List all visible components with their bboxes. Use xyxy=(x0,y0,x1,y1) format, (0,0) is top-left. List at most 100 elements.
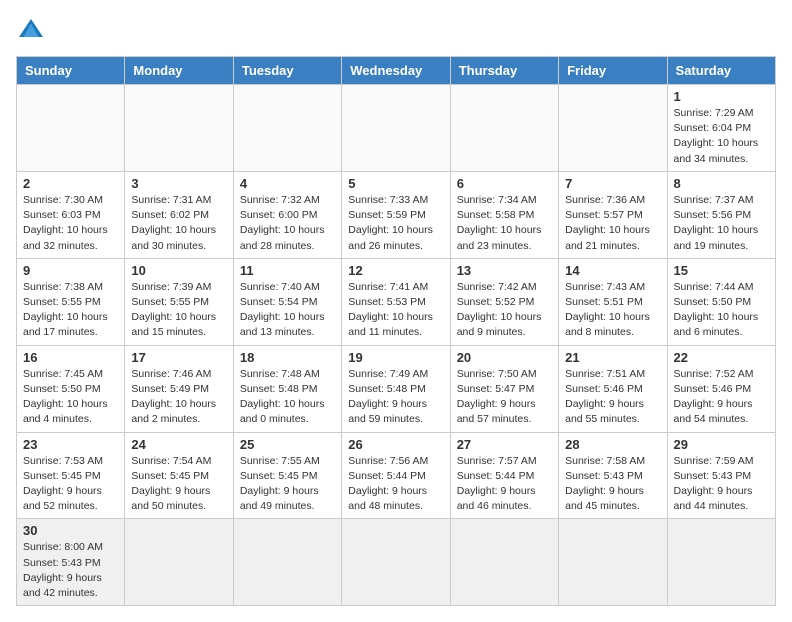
calendar-cell xyxy=(450,519,558,606)
calendar-week-row: 1 Sunrise: 7:29 AM Sunset: 6:04 PM Daylig… xyxy=(17,85,776,172)
day-info: Sunrise: 7:30 AM Sunset: 6:03 PM Dayligh… xyxy=(23,193,118,254)
calendar-week-row: 9 Sunrise: 7:38 AM Sunset: 5:55 PM Daylig… xyxy=(17,258,776,345)
day-number: 19 xyxy=(348,350,443,365)
day-number: 21 xyxy=(565,350,660,365)
day-info: Sunrise: 7:43 AM Sunset: 5:51 PM Dayligh… xyxy=(565,280,660,341)
header-wednesday: Wednesday xyxy=(342,57,450,85)
calendar-cell: 8 Sunrise: 7:37 AM Sunset: 5:56 PM Daylig… xyxy=(667,171,775,258)
day-number: 16 xyxy=(23,350,118,365)
calendar-cell: 14 Sunrise: 7:43 AM Sunset: 5:51 PM Dayli… xyxy=(559,258,667,345)
day-info: Sunrise: 7:59 AM Sunset: 5:43 PM Dayligh… xyxy=(674,454,769,515)
day-number: 2 xyxy=(23,176,118,191)
calendar-cell: 4Sunrise: 7:32 AM Sunset: 6:00 PM Daylig… xyxy=(233,171,341,258)
calendar-cell: 7Sunrise: 7:36 AM Sunset: 5:57 PM Daylig… xyxy=(559,171,667,258)
day-info: Sunrise: 7:36 AM Sunset: 5:57 PM Dayligh… xyxy=(565,193,660,254)
day-info: Sunrise: 7:50 AM Sunset: 5:47 PM Dayligh… xyxy=(457,367,552,428)
day-info: Sunrise: 7:58 AM Sunset: 5:43 PM Dayligh… xyxy=(565,454,660,515)
day-number: 9 xyxy=(23,263,118,278)
day-number: 1 xyxy=(674,89,769,104)
calendar-cell: 1 Sunrise: 7:29 AM Sunset: 6:04 PM Daylig… xyxy=(667,85,775,172)
day-info: Sunrise: 7:49 AM Sunset: 5:48 PM Dayligh… xyxy=(348,367,443,428)
day-number: 12 xyxy=(348,263,443,278)
day-info: Sunrise: 7:48 AM Sunset: 5:48 PM Dayligh… xyxy=(240,367,335,428)
day-info: Sunrise: 7:57 AM Sunset: 5:44 PM Dayligh… xyxy=(457,454,552,515)
calendar-week-row: 30Sunrise: 8:00 AM Sunset: 5:43 PM Dayli… xyxy=(17,519,776,606)
day-number: 26 xyxy=(348,437,443,452)
day-number: 23 xyxy=(23,437,118,452)
calendar-table: SundayMondayTuesdayWednesdayThursdayFrid… xyxy=(16,56,776,606)
day-info: Sunrise: 7:51 AM Sunset: 5:46 PM Dayligh… xyxy=(565,367,660,428)
calendar-cell: 12 Sunrise: 7:41 AM Sunset: 5:53 PM Dayli… xyxy=(342,258,450,345)
day-info: Sunrise: 7:39 AM Sunset: 5:55 PM Dayligh… xyxy=(131,280,226,341)
day-number: 6 xyxy=(457,176,552,191)
day-info: Sunrise: 7:42 AM Sunset: 5:52 PM Dayligh… xyxy=(457,280,552,341)
day-info: Sunrise: 7:46 AM Sunset: 5:49 PM Dayligh… xyxy=(131,367,226,428)
day-number: 11 xyxy=(240,263,335,278)
day-number: 14 xyxy=(565,263,660,278)
day-info: Sunrise: 7:55 AM Sunset: 5:45 PM Dayligh… xyxy=(240,454,335,515)
day-info: Sunrise: 7:31 AM Sunset: 6:02 PM Dayligh… xyxy=(131,193,226,254)
day-number: 28 xyxy=(565,437,660,452)
calendar-cell: 23 Sunrise: 7:53 AM Sunset: 5:45 PM Dayli… xyxy=(17,432,125,519)
day-number: 5 xyxy=(348,176,443,191)
header-friday: Friday xyxy=(559,57,667,85)
day-number: 24 xyxy=(131,437,226,452)
day-number: 20 xyxy=(457,350,552,365)
day-info: Sunrise: 7:38 AM Sunset: 5:55 PM Dayligh… xyxy=(23,280,118,341)
day-number: 15 xyxy=(674,263,769,278)
calendar-week-row: 2 Sunrise: 7:30 AM Sunset: 6:03 PM Daylig… xyxy=(17,171,776,258)
day-info: Sunrise: 7:29 AM Sunset: 6:04 PM Dayligh… xyxy=(674,106,769,167)
calendar-cell xyxy=(125,85,233,172)
calendar-cell xyxy=(342,85,450,172)
day-info: Sunrise: 7:37 AM Sunset: 5:56 PM Dayligh… xyxy=(674,193,769,254)
logo xyxy=(16,16,50,46)
calendar-cell: 25 Sunrise: 7:55 AM Sunset: 5:45 PM Dayli… xyxy=(233,432,341,519)
calendar-cell: 21 Sunrise: 7:51 AM Sunset: 5:46 PM Dayli… xyxy=(559,345,667,432)
day-info: Sunrise: 7:40 AM Sunset: 5:54 PM Dayligh… xyxy=(240,280,335,341)
calendar-cell: 24Sunrise: 7:54 AM Sunset: 5:45 PM Dayli… xyxy=(125,432,233,519)
calendar-cell: 29 Sunrise: 7:59 AM Sunset: 5:43 PM Dayli… xyxy=(667,432,775,519)
calendar-header-row: SundayMondayTuesdayWednesdayThursdayFrid… xyxy=(17,57,776,85)
day-info: Sunrise: 7:45 AM Sunset: 5:50 PM Dayligh… xyxy=(23,367,118,428)
day-number: 8 xyxy=(674,176,769,191)
calendar-cell xyxy=(233,85,341,172)
calendar-cell: 9 Sunrise: 7:38 AM Sunset: 5:55 PM Daylig… xyxy=(17,258,125,345)
calendar-cell xyxy=(450,85,558,172)
day-info: Sunrise: 7:44 AM Sunset: 5:50 PM Dayligh… xyxy=(674,280,769,341)
calendar-cell: 26Sunrise: 7:56 AM Sunset: 5:44 PM Dayli… xyxy=(342,432,450,519)
day-number: 4 xyxy=(240,176,335,191)
day-number: 27 xyxy=(457,437,552,452)
day-info: Sunrise: 7:53 AM Sunset: 5:45 PM Dayligh… xyxy=(23,454,118,515)
day-number: 22 xyxy=(674,350,769,365)
calendar-cell xyxy=(667,519,775,606)
calendar-cell xyxy=(559,519,667,606)
day-info: Sunrise: 7:33 AM Sunset: 5:59 PM Dayligh… xyxy=(348,193,443,254)
day-number: 17 xyxy=(131,350,226,365)
header-tuesday: Tuesday xyxy=(233,57,341,85)
calendar-cell xyxy=(233,519,341,606)
calendar-cell: 19 Sunrise: 7:49 AM Sunset: 5:48 PM Dayli… xyxy=(342,345,450,432)
day-info: Sunrise: 7:34 AM Sunset: 5:58 PM Dayligh… xyxy=(457,193,552,254)
day-number: 30 xyxy=(23,523,118,538)
calendar-cell: 3 Sunrise: 7:31 AM Sunset: 6:02 PM Daylig… xyxy=(125,171,233,258)
calendar-cell: 18Sunrise: 7:48 AM Sunset: 5:48 PM Dayli… xyxy=(233,345,341,432)
day-number: 3 xyxy=(131,176,226,191)
day-number: 25 xyxy=(240,437,335,452)
calendar-cell xyxy=(559,85,667,172)
calendar-week-row: 16 Sunrise: 7:45 AM Sunset: 5:50 PM Dayli… xyxy=(17,345,776,432)
day-info: Sunrise: 7:41 AM Sunset: 5:53 PM Dayligh… xyxy=(348,280,443,341)
day-number: 29 xyxy=(674,437,769,452)
calendar-cell xyxy=(17,85,125,172)
calendar-cell: 15 Sunrise: 7:44 AM Sunset: 5:50 PM Dayli… xyxy=(667,258,775,345)
header xyxy=(16,16,776,46)
header-sunday: Sunday xyxy=(17,57,125,85)
day-number: 10 xyxy=(131,263,226,278)
calendar-week-row: 23 Sunrise: 7:53 AM Sunset: 5:45 PM Dayli… xyxy=(17,432,776,519)
calendar-cell: 16 Sunrise: 7:45 AM Sunset: 5:50 PM Dayli… xyxy=(17,345,125,432)
calendar-cell: 20 Sunrise: 7:50 AM Sunset: 5:47 PM Dayli… xyxy=(450,345,558,432)
header-monday: Monday xyxy=(125,57,233,85)
calendar-cell: 13Sunrise: 7:42 AM Sunset: 5:52 PM Dayli… xyxy=(450,258,558,345)
header-saturday: Saturday xyxy=(667,57,775,85)
header-thursday: Thursday xyxy=(450,57,558,85)
calendar-cell: 28 Sunrise: 7:58 AM Sunset: 5:43 PM Dayli… xyxy=(559,432,667,519)
